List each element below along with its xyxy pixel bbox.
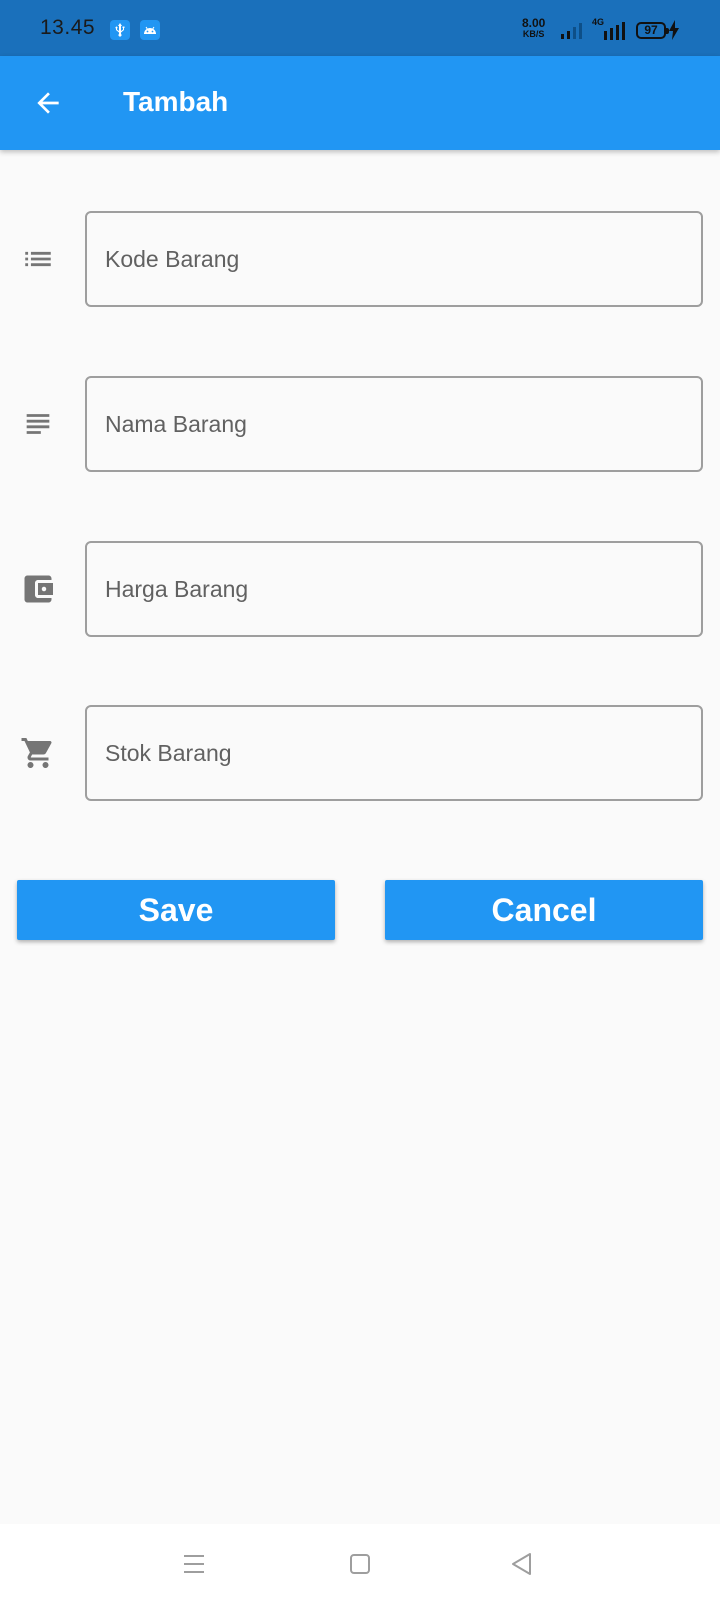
net-speed: 8.00 KB/S xyxy=(522,16,546,40)
menu-nav-button[interactable] xyxy=(174,1544,214,1584)
field-row-stok-barang xyxy=(0,705,720,801)
android-icon xyxy=(140,20,160,40)
field-row-kode-barang xyxy=(0,211,720,307)
notes-icon xyxy=(20,406,56,442)
save-button[interactable]: Save xyxy=(17,880,335,940)
field-row-harga-barang xyxy=(0,541,720,637)
cancel-button[interactable]: Cancel xyxy=(385,880,703,940)
field-row-nama-barang xyxy=(0,376,720,472)
stok-barang-input[interactable] xyxy=(85,705,703,801)
charging-icon xyxy=(669,20,679,40)
list-icon xyxy=(20,241,56,277)
net-speed-unit: KB/S xyxy=(522,29,545,39)
back-triangle-icon xyxy=(512,1553,531,1575)
harga-barang-input[interactable] xyxy=(85,541,703,637)
arrow-back-icon xyxy=(37,92,59,114)
kode-barang-input[interactable] xyxy=(85,211,703,307)
net-speed-value: 8.00 xyxy=(522,16,546,30)
battery-icon: 97 xyxy=(636,22,669,39)
battery-level: 97 xyxy=(644,23,658,37)
menu-icon xyxy=(184,1555,204,1573)
wallet-icon xyxy=(20,571,56,607)
home-nav-button[interactable] xyxy=(340,1544,380,1584)
signal-icon xyxy=(561,23,582,39)
cart-icon xyxy=(20,735,56,771)
status-bar: 13.45 8.00 KB/S 4G 97 xyxy=(0,0,720,56)
status-time: 13.45 xyxy=(40,16,96,39)
signal-4g-icon: 4G xyxy=(590,17,630,43)
app-bar: Tambah xyxy=(0,56,720,150)
back-button[interactable] xyxy=(28,83,68,123)
home-square-icon xyxy=(350,1554,370,1574)
usb-icon xyxy=(110,20,130,40)
back-nav-button[interactable] xyxy=(502,1544,542,1584)
nama-barang-input[interactable] xyxy=(85,376,703,472)
page-title: Tambah xyxy=(123,86,229,117)
system-nav-bar xyxy=(0,1524,720,1600)
